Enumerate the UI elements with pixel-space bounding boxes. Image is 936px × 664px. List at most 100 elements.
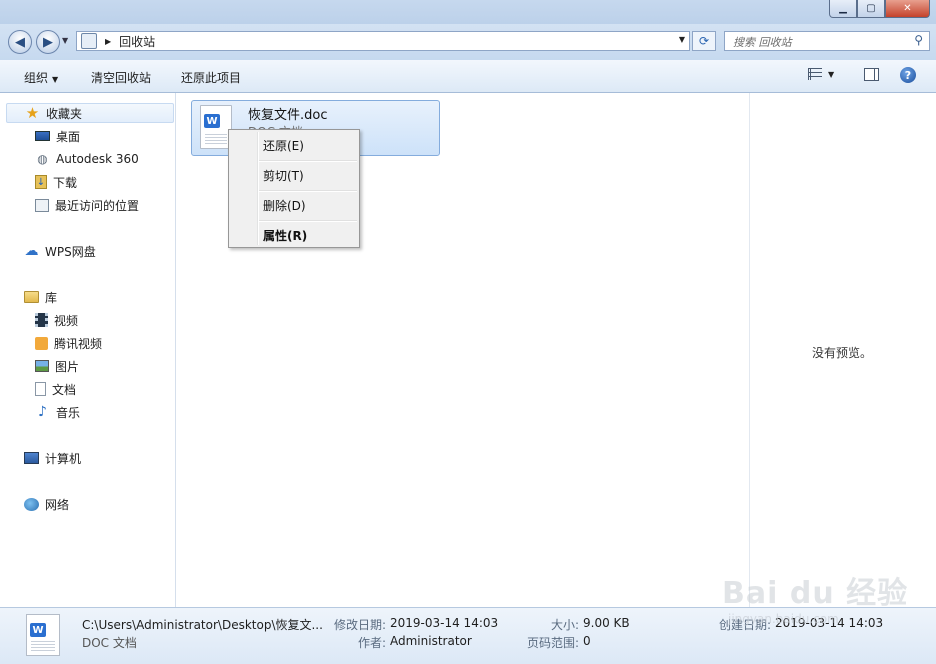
nav-libraries-label: 库 [45, 290, 58, 305]
nav-favorites-label: 收藏夹 [46, 106, 83, 121]
context-menu: 还原(E) 剪切(T) 删除(D) 属性(R) [228, 129, 360, 248]
search-box[interactable]: ⚲ [724, 31, 930, 51]
nav-desktop-label: 桌面 [56, 129, 81, 144]
music-note-icon: ♪ [38, 404, 47, 420]
navigation-pane: ★ 收藏夹 桌面 ◍ Autodesk 360 ↓ 下载 最近访问的位置 ☁ W… [0, 93, 176, 607]
menu-item-properties[interactable]: 属性(R) [263, 227, 307, 244]
computer-icon [24, 452, 39, 464]
nav-computer[interactable]: 计算机 [24, 448, 81, 468]
no-preview-text: 没有预览。 [812, 346, 873, 360]
nav-pictures[interactable]: 图片 [35, 356, 79, 376]
nav-autodesk-label: Autodesk 360 [56, 152, 139, 166]
forward-button[interactable]: ▶ [36, 30, 60, 54]
change-view-button[interactable]: ▼ [808, 68, 834, 80]
nav-recent-places[interactable]: 最近访问的位置 [35, 195, 139, 215]
organize-button[interactable]: 组织 ▼ [24, 69, 58, 86]
title-bar: ▁ ▢ ✕ [0, 0, 936, 24]
nav-desktop[interactable]: 桌面 [35, 126, 80, 146]
menu-separator [259, 160, 357, 162]
nav-documents[interactable]: 文档 [35, 379, 76, 399]
size-value: 9.00 KB [583, 616, 630, 630]
maximize-button[interactable]: ▢ [857, 0, 885, 18]
breadcrumb-arrow-icon[interactable]: ▶ [105, 37, 111, 46]
nav-favorites[interactable]: ★ 收藏夹 [6, 103, 174, 123]
back-button[interactable]: ◀ [8, 30, 32, 54]
nav-downloads-label: 下载 [53, 175, 78, 190]
nav-tencent-video[interactable]: 腾讯视频 [35, 333, 102, 353]
menu-separator [259, 190, 357, 192]
restore-item-button[interactable]: 还原此项目 [181, 69, 241, 86]
nav-documents-label: 文档 [52, 382, 77, 397]
minimize-button[interactable]: ▁ [829, 0, 857, 18]
page-range-value[interactable]: 0 [583, 634, 591, 648]
menu-item-delete[interactable]: 删除(D) [263, 197, 306, 214]
picture-icon [35, 360, 49, 372]
details-type: DOC 文档 [82, 636, 137, 650]
network-icon [24, 497, 39, 511]
file-name: 恢复文件.doc [248, 108, 328, 123]
nav-tencent-label: 腾讯视频 [54, 336, 103, 351]
download-folder-icon: ↓ [35, 175, 47, 189]
nav-pictures-label: 图片 [55, 359, 80, 374]
author-value[interactable]: Administrator [390, 634, 472, 648]
desktop-icon [35, 131, 50, 141]
document-icon [35, 382, 46, 396]
nav-downloads[interactable]: ↓ 下载 [35, 172, 77, 192]
author-label: 作者: [358, 636, 387, 650]
preview-pane-toggle-icon[interactable] [864, 68, 879, 81]
nav-computer-label: 计算机 [45, 451, 82, 466]
tencent-video-icon [35, 336, 48, 350]
search-icon[interactable]: ⚲ [914, 33, 923, 47]
nav-wps-label: WPS网盘 [45, 244, 96, 259]
page-range-label: 页码范围: [527, 636, 580, 650]
address-row: ◀ ▶ ▼ ▶ 回收站 ▼ ⟳ ⚲ [0, 24, 936, 60]
refresh-button[interactable]: ⟳ [692, 31, 716, 51]
organize-label: 组织 [24, 71, 49, 85]
breadcrumb-recycle-bin[interactable]: 回收站 [119, 33, 155, 50]
view-list-icon [808, 68, 822, 80]
autodesk-icon: ◍ [37, 152, 48, 166]
command-bar: 组织 ▼ 清空回收站 还原此项目 ▼ ? [0, 60, 936, 93]
baidu-watermark: Bai du 经验 [722, 576, 909, 611]
chevron-down-icon: ▼ [828, 69, 835, 79]
address-bar[interactable]: ▶ 回收站 ▼ [76, 31, 690, 51]
recent-places-icon [35, 198, 49, 212]
document-lines [31, 641, 55, 651]
empty-recycle-bin-button[interactable]: 清空回收站 [91, 69, 151, 86]
address-dropdown-icon[interactable]: ▼ [679, 35, 685, 44]
preview-pane: 没有预览。 [749, 93, 936, 607]
menu-separator [259, 220, 357, 222]
window-controls: ▁ ▢ ✕ [829, 0, 930, 18]
nav-autodesk-360[interactable]: ◍ Autodesk 360 [35, 149, 139, 169]
nav-recent-label: 最近访问的位置 [55, 198, 140, 213]
nav-network[interactable]: 网络 [24, 494, 69, 514]
baidu-watermark-url: jingyan.baidu.com [728, 612, 839, 626]
nav-videos[interactable]: 视频 [35, 310, 78, 330]
refresh-icon: ⟳ [698, 34, 710, 48]
nav-videos-label: 视频 [54, 313, 79, 328]
close-button[interactable]: ✕ [885, 0, 930, 18]
nav-network-label: 网络 [45, 497, 70, 512]
document-lines [205, 134, 227, 144]
help-icon[interactable]: ? [900, 67, 916, 83]
back-arrow-icon: ◀ [15, 34, 25, 50]
chevron-down-icon: ▼ [52, 75, 59, 84]
recycle-bin-icon [81, 33, 97, 49]
search-input[interactable] [731, 33, 905, 51]
nav-wps-cloud[interactable]: ☁ WPS网盘 [24, 241, 96, 261]
recent-pages-dropdown[interactable]: ▼ [62, 36, 68, 45]
star-icon: ★ [25, 104, 40, 122]
nav-libraries[interactable]: 库 [24, 287, 57, 307]
library-folder-icon [24, 291, 39, 303]
film-icon [35, 313, 48, 327]
cloud-icon: ☁ [24, 243, 39, 259]
nav-music[interactable]: ♪ 音乐 [35, 402, 80, 422]
menu-item-restore[interactable]: 还原(E) [263, 137, 304, 154]
details-path: C:\Users\Administrator\Desktop\恢复文... [82, 618, 323, 632]
menu-item-cut[interactable]: 剪切(T) [263, 167, 304, 184]
size-label: 大小: [551, 618, 580, 632]
nav-music-label: 音乐 [56, 405, 81, 420]
modified-date-label: 修改日期: [334, 618, 387, 632]
modified-date-value[interactable]: 2019-03-14 14:03 [390, 616, 498, 630]
word-badge: W [30, 623, 46, 637]
